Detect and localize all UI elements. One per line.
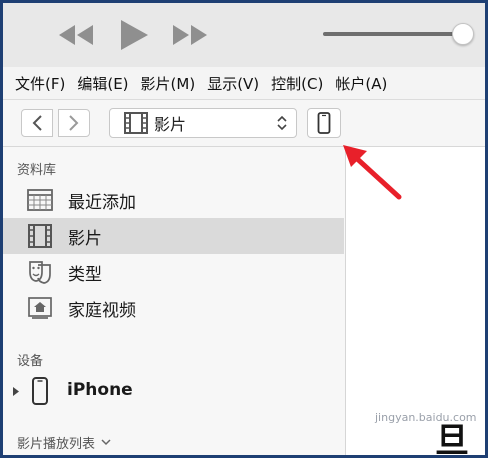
sidebar-item-iphone[interactable]: iPhone bbox=[3, 373, 344, 409]
fast-forward-icon bbox=[173, 25, 207, 45]
transport-bar bbox=[3, 3, 485, 67]
sidebar-item-label: 家庭视频 bbox=[68, 300, 136, 321]
devices-section-title: 设备 bbox=[17, 354, 44, 369]
chevron-down-icon bbox=[101, 439, 111, 446]
red-arrow-annotation bbox=[343, 145, 402, 200]
menu-account[interactable]: 帐户(A) bbox=[323, 73, 387, 94]
rewind-button[interactable] bbox=[57, 17, 97, 53]
fast-forward-button[interactable] bbox=[169, 17, 209, 53]
media-type-label: 影片 bbox=[154, 115, 187, 134]
volume-knob[interactable] bbox=[452, 23, 474, 45]
menu-controls[interactable]: 控制(C) bbox=[259, 73, 323, 94]
menu-edit[interactable]: 编辑(E) bbox=[65, 73, 128, 94]
iphone-icon bbox=[32, 377, 48, 405]
volume-slider[interactable] bbox=[323, 32, 461, 36]
back-button[interactable] bbox=[21, 109, 53, 137]
sidebar-item-home-videos[interactable]: 家庭视频 bbox=[3, 290, 344, 326]
updown-arrows-icon bbox=[277, 115, 287, 131]
device-name: iPhone bbox=[67, 380, 133, 400]
play-icon bbox=[121, 20, 148, 50]
masks-icon bbox=[29, 261, 51, 284]
sidebar-item-movies[interactable]: 影片 bbox=[3, 218, 344, 254]
rewind-icon bbox=[59, 25, 93, 45]
partial-text-character: 旦 bbox=[435, 421, 469, 458]
app-window: 文件(F) 编辑(E) 影片(M) 显示(V) 控制(C) 帐户(A) 影片 资… bbox=[0, 0, 488, 458]
menu-view[interactable]: 显示(V) bbox=[195, 73, 259, 94]
toolbar: 影片 bbox=[3, 100, 485, 147]
sidebar-item-recently-added[interactable]: 最近添加 bbox=[3, 182, 344, 218]
chevron-right-icon bbox=[69, 115, 79, 131]
menu-bar: 文件(F) 编辑(E) 影片(M) 显示(V) 控制(C) 帐户(A) bbox=[3, 67, 485, 100]
grid-icon bbox=[27, 189, 53, 211]
chevron-left-icon bbox=[32, 115, 42, 131]
menu-file[interactable]: 文件(F) bbox=[3, 73, 65, 94]
sidebar: 资料库 最近添加 影片 类型 家庭视频 设备 iPhone 影片播放列表 bbox=[3, 147, 346, 455]
film-icon bbox=[124, 112, 148, 134]
playlists-section-label: 影片播放列表 bbox=[17, 437, 96, 452]
forward-button[interactable] bbox=[58, 109, 90, 137]
sidebar-item-label: 类型 bbox=[68, 264, 102, 285]
play-button[interactable] bbox=[117, 17, 151, 53]
playlists-section-title[interactable]: 影片播放列表 bbox=[17, 433, 111, 452]
sidebar-item-label: 最近添加 bbox=[68, 192, 136, 213]
library-section-title: 资料库 bbox=[17, 163, 57, 178]
menu-movies[interactable]: 影片(M) bbox=[129, 73, 196, 94]
sidebar-item-genres[interactable]: 类型 bbox=[3, 254, 344, 290]
sidebar-item-label: 影片 bbox=[68, 228, 102, 249]
film-icon bbox=[28, 224, 52, 248]
media-type-select[interactable]: 影片 bbox=[109, 108, 297, 138]
disclosure-triangle-icon[interactable] bbox=[12, 387, 20, 396]
home-video-icon bbox=[28, 297, 52, 319]
